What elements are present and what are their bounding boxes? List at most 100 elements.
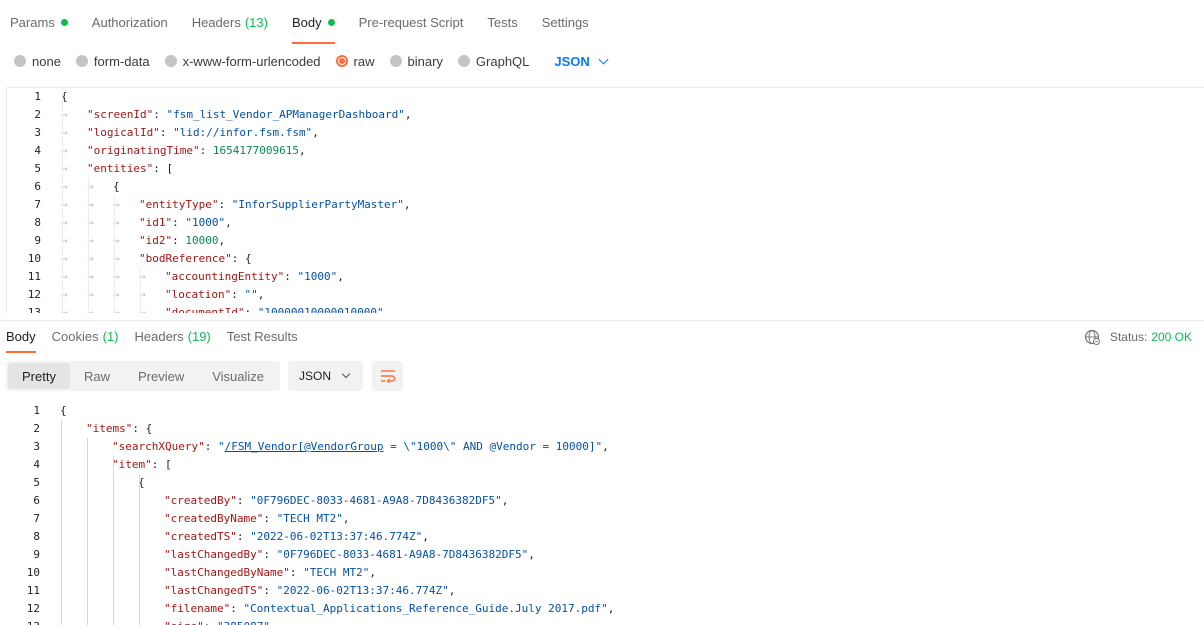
tab-tests[interactable]: Tests (487, 0, 517, 44)
response-tab-body[interactable]: Body (6, 321, 36, 353)
tab-headers[interactable]: Headers (13) (192, 0, 268, 44)
code-text: "lastChangedBy": "0F796DEC-8033-4681-A9A… (40, 546, 1204, 564)
body-type-graphql[interactable]: GraphQL (457, 54, 529, 69)
code-text: { (40, 402, 1204, 420)
line-number: 4 (33, 458, 40, 471)
line-number: 10 (27, 252, 41, 265)
response-tab-cookies[interactable]: Cookies (1) (52, 321, 119, 353)
wrap-lines-button[interactable] (372, 361, 404, 391)
tab-settings[interactable]: Settings (542, 0, 589, 44)
code-token: "Contextual_Applications_Reference_Guide… (243, 602, 608, 615)
indent-arrow-icon: → (87, 180, 94, 193)
body-language-label: JSON (554, 53, 590, 69)
code-token: "createdTS" (164, 530, 237, 543)
body-language-select[interactable]: JSON (554, 53, 609, 69)
body-type-x-www-form-urlencoded[interactable]: x-www-form-urlencoded (164, 54, 321, 69)
code-line: 13"size": "385087" (6, 618, 1204, 625)
code-token: : (199, 144, 213, 157)
code-token: "createdByName" (164, 512, 264, 525)
code-line: 4 → "originatingTime": 1654177009615, (7, 142, 1204, 160)
code-token: "" (244, 288, 258, 301)
indent-arrow-icon: → (87, 288, 94, 301)
tab-params[interactable]: Params (10, 0, 68, 44)
indent-guide (88, 178, 89, 313)
line-number: 6 (33, 494, 40, 507)
line-number: 11 (27, 270, 41, 283)
line-number: 7 (33, 512, 40, 525)
tab-label: Tests (487, 14, 518, 30)
request-body-editor[interactable]: 1{2 → "screenId": "fsm_list_Vendor_APManag… (6, 87, 1204, 313)
code-token: : (204, 440, 218, 453)
wrap-lines-icon (380, 370, 395, 383)
indent-arrow-icon: → (113, 306, 120, 313)
code-token: : (172, 216, 186, 229)
code-token: , (501, 494, 509, 507)
view-mode-visualize[interactable]: Visualize (198, 363, 278, 389)
response-body-viewer[interactable]: 1{2 "items": {3 "searchXQuery": "/FSM_Vend… (6, 402, 1204, 625)
code-token: "lid://infor.fsm.fsm" (173, 126, 313, 139)
indent-arrow-icon: → (113, 216, 120, 229)
line-number: 13 (27, 306, 41, 313)
tab-authorization[interactable]: Authorization (92, 0, 168, 44)
code-text: "lastChangedTS": "2022-06-02T13:37:46.77… (40, 582, 1204, 600)
tab-label: Cookies (51, 329, 99, 344)
code-token: " (217, 440, 225, 453)
indent-arrow-icon: → (139, 270, 146, 283)
indent-guide (61, 420, 62, 625)
code-token: "documentId" (165, 306, 245, 313)
code-token: "lastChangedBy" (164, 548, 264, 561)
code-token: "originatingTime" (87, 144, 200, 157)
status-area: Status: 200 OK (1084, 321, 1192, 353)
body-type-raw[interactable]: raw (335, 54, 375, 69)
code-line: 3 "searchXQuery": "/FSM_Vendor[@VendorGro… (6, 438, 1204, 456)
body-type-form-data[interactable]: form-data (75, 53, 150, 69)
body-type-label: form-data (93, 53, 150, 69)
indent-guide (114, 196, 115, 313)
code-token: : (236, 494, 251, 507)
code-token: 10000 (185, 234, 219, 247)
code-text: → "entities": [ (41, 160, 1204, 178)
response-tab-test-results[interactable]: Test Results (227, 321, 298, 353)
code-token: "searchXQuery" (112, 440, 205, 453)
radio-icon (75, 55, 88, 67)
code-token: "fsm_list_Vendor_APManagerDashboard" (166, 108, 405, 121)
tab-label: Headers (191, 14, 241, 30)
indent-arrow-icon: → (113, 252, 120, 265)
line-number: 1 (33, 404, 40, 417)
code-token: : (263, 548, 277, 561)
tab-count: (19) (187, 329, 211, 344)
code-text: "createdTS": "2022-06-02T13:37:46.774Z", (40, 528, 1204, 546)
view-mode-pretty[interactable]: Pretty (8, 363, 70, 389)
code-text: "item": [ (40, 456, 1204, 474)
code-token: , (403, 198, 411, 211)
line-number: 12 (26, 602, 40, 615)
code-token: "size" (164, 620, 204, 625)
code-line: 9 → → → "id2": 10000, (7, 232, 1204, 250)
line-number: 7 (34, 198, 41, 211)
code-line: 8 "createdTS": "2022-06-02T13:37:46.774Z"… (6, 528, 1204, 546)
code-token: "TECH MT2" (276, 512, 343, 525)
body-type-binary[interactable]: binary (389, 54, 443, 69)
tab-body[interactable]: Body (291, 0, 335, 44)
tab-label: Authorization (91, 14, 168, 30)
code-text: "createdBy": "0F796DEC-8033-4681-A9A8-7D… (40, 492, 1204, 510)
view-mode-raw[interactable]: Raw (70, 363, 124, 389)
indent-arrow-icon: → (87, 216, 94, 229)
line-number: 4 (34, 144, 41, 157)
response-tab-headers[interactable]: Headers (19) (135, 321, 211, 353)
body-type-selector: none form-data x-www-form-urlencoded raw bin… (0, 44, 1204, 78)
radio-icon (14, 55, 26, 67)
line-number: 3 (33, 440, 40, 453)
line-number: 1 (34, 90, 41, 103)
response-format-select[interactable]: JSON (288, 361, 364, 391)
tab-pre-request-script[interactable]: Pre-request Script (359, 0, 464, 44)
indent-arrow-icon: → (87, 252, 94, 265)
globe-icon[interactable] (1084, 329, 1100, 345)
code-token: , (422, 530, 429, 543)
body-type-none[interactable]: none (14, 54, 61, 69)
tab-count: (1) (102, 329, 119, 344)
line-number: 10 (26, 566, 40, 579)
tab-label: Pre-request Script (358, 14, 464, 30)
view-mode-preview[interactable]: Preview (124, 363, 198, 389)
code-token: : { (231, 252, 252, 265)
